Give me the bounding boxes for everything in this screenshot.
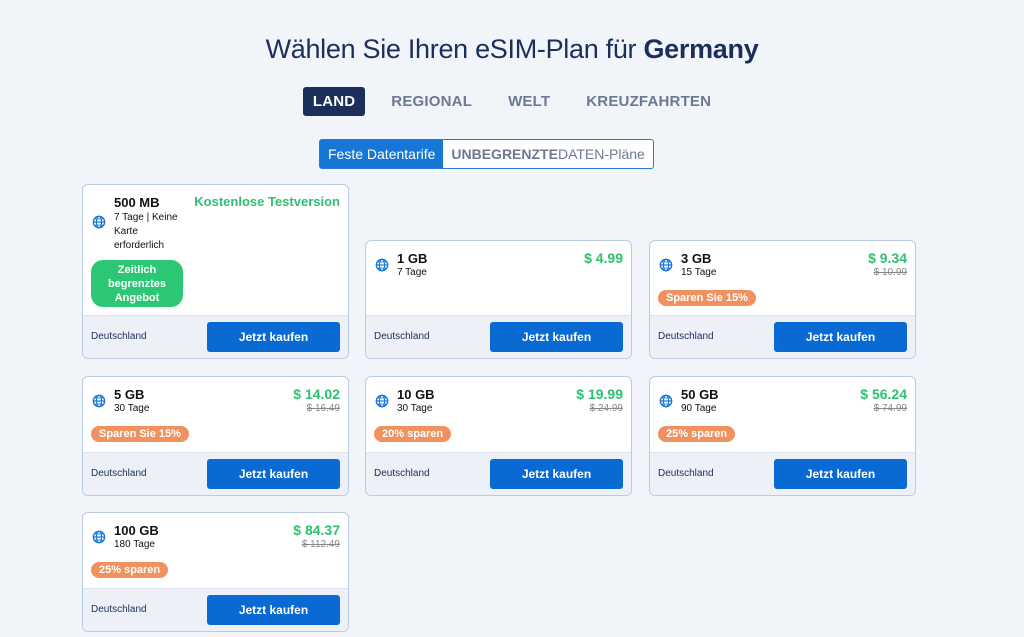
unlimited-bold-text: UNBEGRENZTE: [451, 146, 558, 162]
tab-welt[interactable]: WELT: [498, 87, 560, 116]
plan-card-3gb: 3 GB 15 Tage $ 9.34 $ 10.99 Sparen Sie 1…: [649, 240, 916, 359]
plan-card-50gb: 50 GB 90 Tage $ 56.24 $ 74.99 25% sparen…: [649, 376, 916, 496]
plan-old-price: $ 16.49: [306, 403, 340, 414]
promo-line-1: Zeitlich: [117, 264, 157, 276]
discount-badge: 20% sparen: [374, 426, 452, 442]
plan-old-price: $ 10.99: [873, 267, 907, 278]
plan-size: 10 GB: [397, 387, 435, 402]
plan-country: Deutschland: [374, 468, 430, 479]
plan-old-price: $ 24.99: [589, 403, 623, 414]
plan-days: 180 Tage: [114, 539, 155, 550]
plan-days-line-1: 7 Tage | Keine: [114, 212, 178, 223]
buy-button[interactable]: Jetzt kaufen: [774, 459, 907, 489]
plan-price: $ 4.99: [584, 250, 623, 266]
buy-button[interactable]: Jetzt kaufen: [490, 459, 623, 489]
plan-country: Deutschland: [374, 331, 430, 342]
plan-days: 30 Tage: [397, 403, 433, 414]
plan-card-100gb: 100 GB 180 Tage $ 84.37 $ 112.49 25% spa…: [82, 512, 349, 632]
plan-price: $ 9.34: [868, 250, 907, 266]
card-footer: Deutschland Jetzt kaufen: [650, 315, 915, 358]
title-prefix: Wählen Sie Ihren eSIM-Plan für: [265, 34, 644, 64]
region-tabs: LAND REGIONAL WELT KREUZFAHRTEN: [0, 87, 1024, 116]
globe-icon: [92, 215, 106, 229]
page-title: Wählen Sie Ihren eSIM-Plan für Germany: [0, 34, 1024, 65]
tab-kreuzfahrten[interactable]: KREUZFAHRTEN: [576, 87, 721, 116]
tab-regional[interactable]: REGIONAL: [381, 87, 482, 116]
plan-card-10gb: 10 GB 30 Tage $ 19.99 $ 24.99 20% sparen…: [365, 376, 632, 496]
plan-country: Deutschland: [658, 468, 714, 479]
plan-country: Deutschland: [91, 331, 147, 342]
title-country: Germany: [643, 34, 759, 64]
globe-icon: [375, 394, 389, 408]
limited-offer-badge: Zeitlich begrenztes Angebot: [91, 260, 183, 307]
globe-icon: [659, 394, 673, 408]
plan-size: 50 GB: [681, 387, 719, 402]
discount-badge: Sparen Sie 15%: [91, 426, 189, 442]
unlimited-data-option[interactable]: UNBEGRENZTE DATEN-Pläne: [443, 140, 652, 168]
buy-button[interactable]: Jetzt kaufen: [774, 322, 907, 352]
buy-button[interactable]: Jetzt kaufen: [207, 459, 340, 489]
buy-button[interactable]: Jetzt kaufen: [207, 595, 340, 625]
plan-days-line-2: Karte: [114, 226, 138, 237]
plan-days: 30 Tage: [114, 403, 150, 414]
plan-card-1gb: 1 GB 7 Tage $ 4.99 Deutschland Jetzt kau…: [365, 240, 632, 359]
buy-button[interactable]: Jetzt kaufen: [490, 322, 623, 352]
discount-badge: 25% sparen: [658, 426, 736, 442]
plan-country: Deutschland: [658, 331, 714, 342]
plan-days-line-3: erforderlich: [114, 240, 165, 251]
plan-size: 100 GB: [114, 523, 159, 538]
card-footer: Deutschland Jetzt kaufen: [366, 452, 631, 495]
globe-icon: [92, 530, 106, 544]
tab-land[interactable]: LAND: [302, 87, 366, 116]
plan-card-500mb: 500 MB 7 Tage | Keine Karte erforderlich…: [82, 184, 349, 359]
buy-button[interactable]: Jetzt kaufen: [207, 322, 340, 352]
plan-size: 5 GB: [114, 387, 145, 402]
promo-line-2: begrenztes: [107, 278, 167, 290]
plan-price: $ 14.02: [293, 386, 340, 402]
globe-icon: [375, 258, 389, 272]
plan-old-price: $ 74.99: [873, 403, 907, 414]
plan-country: Deutschland: [91, 604, 147, 615]
plan-days: 7 Tage: [397, 267, 427, 278]
globe-icon: [659, 258, 673, 272]
plan-price: $ 56.24: [860, 386, 907, 402]
plan-type-toggle: Feste Datentarife UNBEGRENZTE DATEN-Plän…: [319, 139, 654, 169]
fixed-data-option[interactable]: Feste Datentarife: [320, 140, 444, 168]
card-footer: Deutschland Jetzt kaufen: [650, 452, 915, 495]
plan-old-price: $ 112.49: [301, 539, 340, 550]
promo-line-3: Angebot: [114, 292, 160, 304]
discount-badge: Sparen Sie 15%: [658, 290, 756, 306]
card-footer: Deutschland Jetzt kaufen: [83, 588, 348, 631]
free-trial-label: Kostenlose Testversion: [194, 194, 340, 209]
plan-days: 90 Tage: [681, 403, 717, 414]
card-footer: Deutschland Jetzt kaufen: [83, 452, 348, 495]
globe-icon: [92, 394, 106, 408]
discount-badge: 25% sparen: [91, 562, 169, 578]
unlimited-rest-text: DATEN-Pläne: [557, 146, 645, 162]
plan-price: $ 84.37: [293, 522, 340, 538]
plan-card-5gb: 5 GB 30 Tage $ 14.02 $ 16.49 Sparen Sie …: [82, 376, 349, 496]
card-footer: Deutschland Jetzt kaufen: [83, 315, 348, 358]
plan-size: 3 GB: [681, 251, 712, 266]
plan-size: 500 MB: [114, 195, 160, 210]
plan-country: Deutschland: [91, 468, 147, 479]
card-footer: Deutschland Jetzt kaufen: [366, 315, 631, 358]
plan-days: 15 Tage: [681, 267, 717, 278]
plan-size: 1 GB: [397, 251, 428, 266]
plan-price: $ 19.99: [576, 386, 623, 402]
